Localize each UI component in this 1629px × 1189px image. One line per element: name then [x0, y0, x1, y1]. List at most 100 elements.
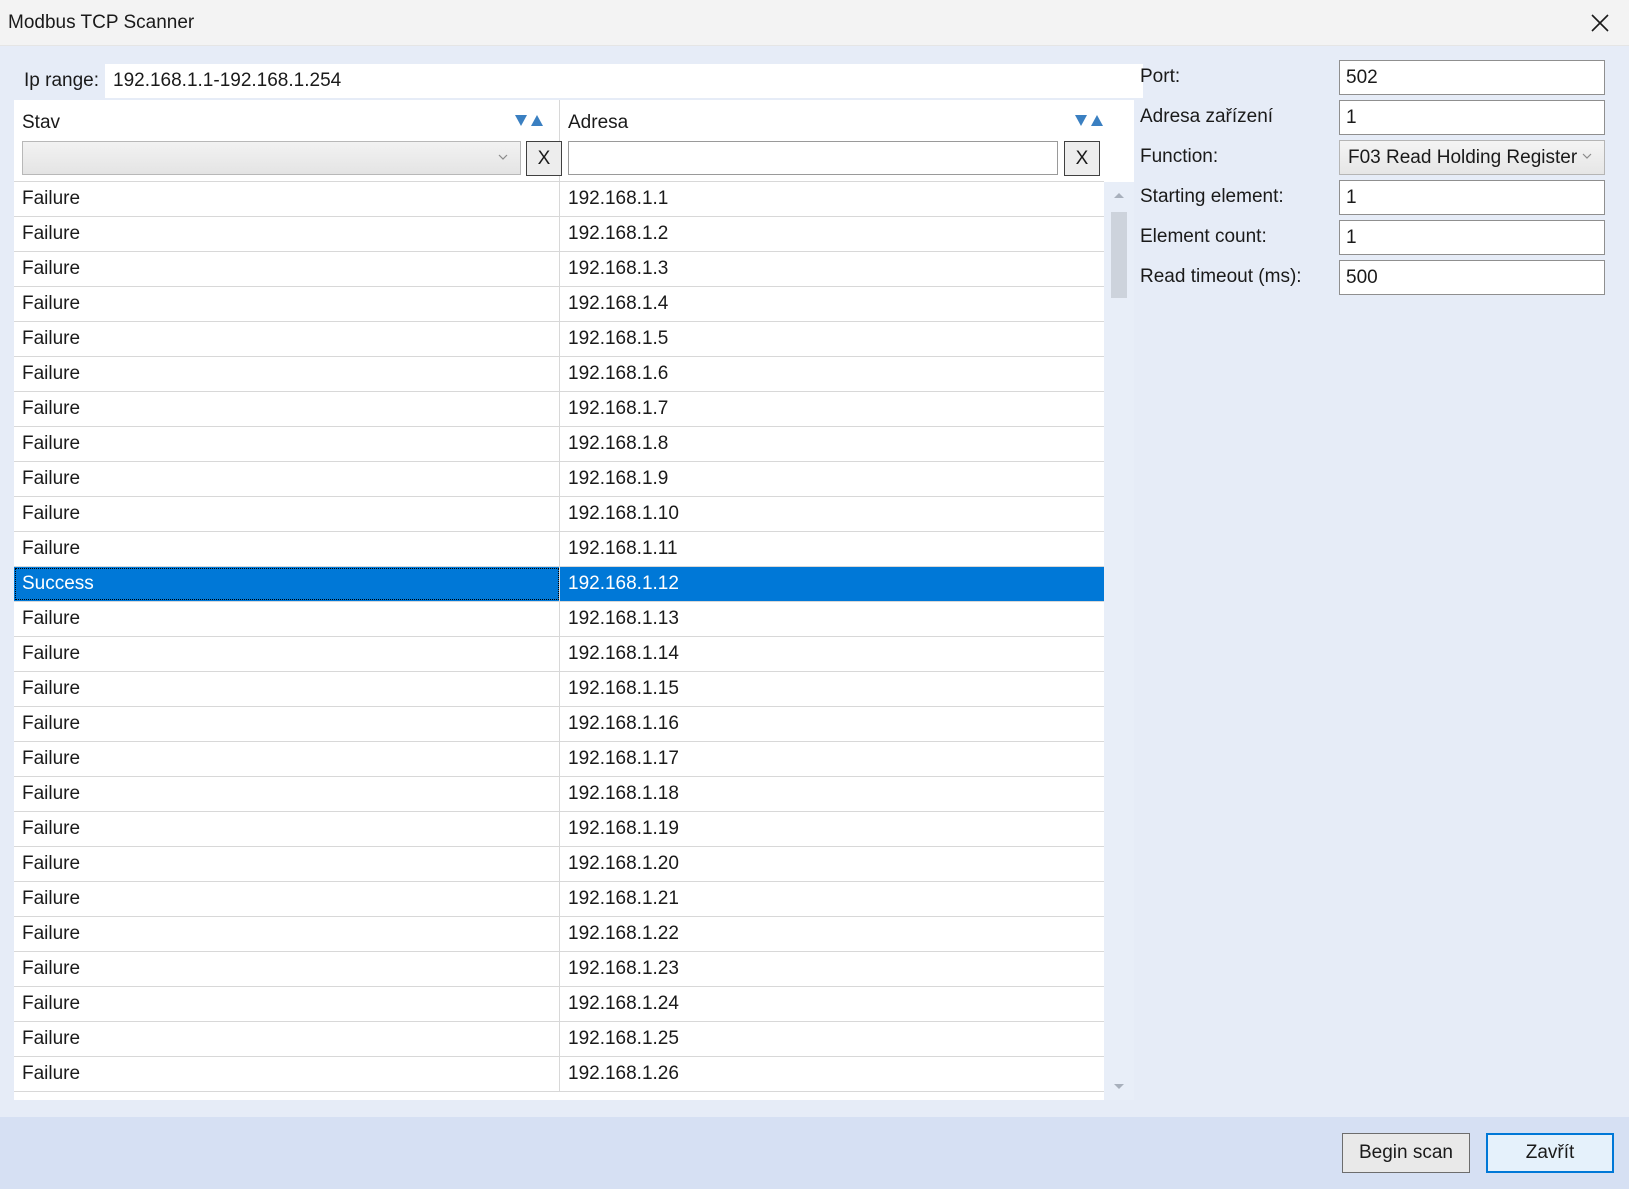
- read-timeout-row: Read timeout (ms):: [1138, 260, 1618, 295]
- table-row[interactable]: Failure 192.168.1.4: [14, 287, 1104, 322]
- cell-adresa: 192.168.1.16: [568, 713, 679, 734]
- table-row[interactable]: Success 192.168.1.12: [14, 567, 1104, 602]
- client-area: Ip range: Stav X Adresa: [0, 46, 1629, 1117]
- starting-element-row: Starting element:: [1138, 180, 1618, 215]
- device-address-label: Adresa zařízení: [1140, 106, 1274, 127]
- table-row[interactable]: Failure 192.168.1.9: [14, 462, 1104, 497]
- grid-rows: Failure 192.168.1.1 Failure 192.168.1.2 Fail…: [14, 182, 1104, 1092]
- table-row[interactable]: Failure 192.168.1.11: [14, 532, 1104, 567]
- table-row[interactable]: Failure 192.168.1.18: [14, 777, 1104, 812]
- function-row: Function: F03 Read Holding Register: [1138, 140, 1618, 175]
- cell-stav: Failure: [14, 917, 560, 951]
- column-label-stav: Stav: [22, 112, 61, 133]
- table-row[interactable]: Failure 192.168.1.23: [14, 952, 1104, 987]
- cell-adresa: 192.168.1.19: [568, 818, 679, 839]
- starting-element-input[interactable]: [1339, 180, 1605, 215]
- table-row[interactable]: Failure 192.168.1.5: [14, 322, 1104, 357]
- function-select[interactable]: F03 Read Holding Register: [1339, 140, 1605, 175]
- cell-stav: Failure: [14, 252, 560, 286]
- cell-adresa: 192.168.1.20: [568, 853, 679, 874]
- cell-stav: Failure: [14, 217, 560, 251]
- cell-adresa: 192.168.1.4: [568, 293, 669, 314]
- column-header-stav[interactable]: Stav X: [14, 100, 562, 182]
- table-row[interactable]: Failure 192.168.1.10: [14, 497, 1104, 532]
- table-row[interactable]: Failure 192.168.1.8: [14, 427, 1104, 462]
- table-row[interactable]: Failure 192.168.1.17: [14, 742, 1104, 777]
- begin-scan-button[interactable]: Begin scan: [1342, 1133, 1470, 1173]
- close-button[interactable]: Zavřít: [1486, 1133, 1614, 1173]
- scrollbar-thumb[interactable]: [1111, 212, 1127, 298]
- cell-stav: Failure: [14, 1022, 560, 1056]
- adresa-filter-clear-button[interactable]: X: [1064, 141, 1100, 176]
- port-input[interactable]: [1339, 60, 1605, 95]
- table-row[interactable]: Failure 192.168.1.26: [14, 1057, 1104, 1092]
- vertical-scrollbar[interactable]: [1104, 182, 1134, 1100]
- table-row[interactable]: Failure 192.168.1.24: [14, 987, 1104, 1022]
- cell-adresa: 192.168.1.7: [568, 398, 669, 419]
- table-row[interactable]: Failure 192.168.1.2: [14, 217, 1104, 252]
- table-row[interactable]: Failure 192.168.1.20: [14, 847, 1104, 882]
- cell-stav: Failure: [14, 602, 560, 636]
- stav-filter-clear-button[interactable]: X: [526, 141, 562, 176]
- scroll-up-icon[interactable]: [1113, 190, 1125, 200]
- sort-arrows-icon[interactable]: [1074, 113, 1108, 129]
- cell-adresa: 192.168.1.12: [568, 573, 679, 594]
- cell-adresa: 192.168.1.14: [568, 643, 679, 664]
- table-row[interactable]: Failure 192.168.1.14: [14, 637, 1104, 672]
- function-label: Function:: [1140, 146, 1219, 167]
- ip-range-input[interactable]: [105, 64, 1143, 98]
- cell-adresa: 192.168.1.6: [568, 363, 669, 384]
- read-timeout-input[interactable]: [1339, 260, 1605, 295]
- table-row[interactable]: Failure 192.168.1.13: [14, 602, 1104, 637]
- table-row[interactable]: Failure 192.168.1.15: [14, 672, 1104, 707]
- table-row[interactable]: Failure 192.168.1.25: [14, 1022, 1104, 1057]
- cell-stav: Failure: [14, 462, 560, 496]
- element-count-input[interactable]: [1339, 220, 1605, 255]
- cell-adresa: 192.168.1.8: [568, 433, 669, 454]
- cell-adresa: 192.168.1.1: [568, 188, 669, 209]
- table-row[interactable]: Failure 192.168.1.22: [14, 917, 1104, 952]
- column-header-adresa[interactable]: Adresa X: [560, 100, 1104, 182]
- ip-range-label: Ip range:: [24, 70, 99, 91]
- cell-adresa: 192.168.1.24: [568, 993, 679, 1014]
- cell-adresa: 192.168.1.2: [568, 223, 669, 244]
- table-row[interactable]: Failure 192.168.1.16: [14, 707, 1104, 742]
- device-address-input[interactable]: [1339, 100, 1605, 135]
- table-row[interactable]: Failure 192.168.1.1: [14, 182, 1104, 217]
- cell-adresa: 192.168.1.17: [568, 748, 679, 769]
- window-title: Modbus TCP Scanner: [8, 12, 195, 33]
- cell-stav: Failure: [14, 777, 560, 811]
- cell-stav: Failure: [14, 952, 560, 986]
- scroll-down-icon[interactable]: [1113, 1082, 1125, 1092]
- cell-stav: Failure: [14, 497, 560, 531]
- port-row: Port:: [1138, 60, 1618, 95]
- dialog-footer: Begin scan Zavřít: [0, 1117, 1629, 1189]
- port-label: Port:: [1140, 66, 1181, 87]
- stav-filter-combobox[interactable]: [22, 141, 521, 175]
- sort-arrows-icon[interactable]: [514, 113, 548, 129]
- cell-stav: Failure: [14, 357, 560, 391]
- table-row[interactable]: Failure 192.168.1.7: [14, 392, 1104, 427]
- cell-stav: Failure: [14, 987, 560, 1021]
- window-close-button[interactable]: [1571, 0, 1629, 46]
- table-row[interactable]: Failure 192.168.1.3: [14, 252, 1104, 287]
- cell-adresa: 192.168.1.21: [568, 888, 679, 909]
- cell-stav: Failure: [14, 1057, 560, 1091]
- cell-stav: Failure: [14, 812, 560, 846]
- table-row[interactable]: Failure 192.168.1.21: [14, 882, 1104, 917]
- cell-adresa: 192.168.1.9: [568, 468, 669, 489]
- title-bar: Modbus TCP Scanner: [0, 0, 1629, 46]
- cell-stav: Failure: [14, 532, 560, 566]
- chevron-down-icon: [1582, 153, 1592, 159]
- table-row[interactable]: Failure 192.168.1.6: [14, 357, 1104, 392]
- cell-stav: Failure: [14, 707, 560, 741]
- cell-stav: Success: [14, 567, 560, 601]
- column-label-adresa: Adresa: [568, 112, 629, 133]
- read-timeout-label: Read timeout (ms):: [1140, 266, 1302, 287]
- adresa-filter-input[interactable]: [568, 141, 1058, 175]
- function-select-value: F03 Read Holding Register: [1348, 147, 1578, 168]
- table-row[interactable]: Failure 192.168.1.19: [14, 812, 1104, 847]
- cell-adresa: 192.168.1.18: [568, 783, 679, 804]
- cell-adresa: 192.168.1.11: [568, 538, 678, 559]
- cell-stav: Failure: [14, 427, 560, 461]
